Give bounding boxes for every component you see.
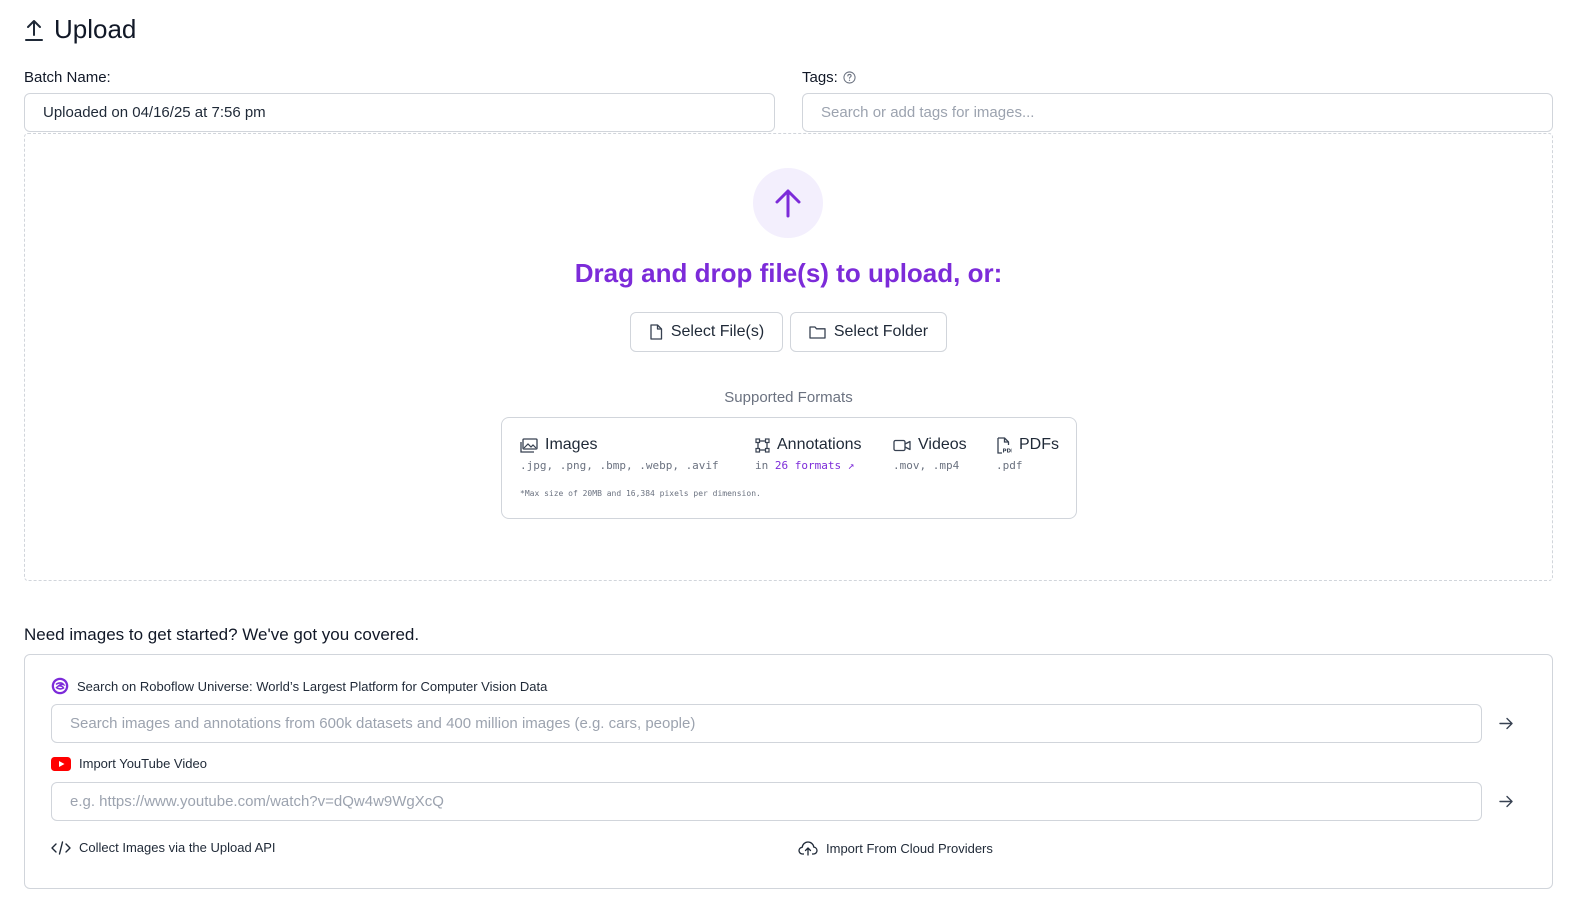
cloud-providers-link-text: Import From Cloud Providers: [826, 840, 993, 856]
select-folder-button[interactable]: Select Folder: [790, 312, 947, 352]
youtube-url-input[interactable]: [51, 782, 1482, 821]
cloud-upload-icon: [798, 841, 818, 856]
page-title: Upload: [54, 14, 137, 44]
page-header: Upload: [24, 14, 136, 45]
youtube-label-text: Import YouTube Video: [79, 756, 207, 771]
svg-text:PDF: PDF: [1003, 448, 1013, 454]
select-files-button[interactable]: Select File(s): [630, 312, 783, 352]
format-annotations: Annotations in 26 formats ↗: [755, 436, 862, 472]
format-images-exts: .jpg, .png, .bmp, .webp, .avif: [520, 459, 719, 472]
video-icon: [893, 439, 911, 451]
universe-search-submit[interactable]: [1496, 713, 1516, 733]
arrow-up-icon: [775, 189, 801, 218]
upload-icon: [25, 19, 43, 41]
max-size-note: *Max size of 20MB and 16,384 pixels per …: [520, 489, 761, 498]
youtube-label: Import YouTube Video: [51, 756, 207, 771]
batch-name-label: Batch Name:: [24, 69, 111, 86]
batch-name-label-text: Batch Name:: [24, 69, 111, 86]
folder-icon: [809, 326, 826, 339]
roboflow-universe-icon: [51, 677, 69, 695]
format-videos: Videos .mov, .mp4: [893, 436, 967, 472]
cloud-providers-link[interactable]: Import From Cloud Providers: [798, 840, 993, 856]
tags-label-text: Tags:: [802, 69, 838, 86]
format-videos-name: Videos: [918, 436, 967, 453]
youtube-icon: [51, 756, 71, 771]
annotation-formats-link[interactable]: 26 formats: [775, 459, 841, 472]
universe-label: Search on Roboflow Universe: World’s Lar…: [51, 677, 547, 695]
tags-label: Tags:: [802, 69, 856, 86]
upload-api-link[interactable]: Collect Images via the Upload API: [51, 840, 276, 855]
file-icon: [650, 324, 662, 340]
format-images-name: Images: [545, 436, 598, 453]
format-annotations-prefix: in: [755, 459, 769, 472]
image-icon: [520, 437, 538, 453]
upload-api-link-text: Collect Images via the Upload API: [79, 840, 276, 855]
upload-circle: [753, 168, 823, 238]
external-link-icon[interactable]: ↗: [848, 459, 855, 472]
batch-name-input[interactable]: [24, 93, 775, 132]
format-annotations-name: Annotations: [777, 436, 862, 453]
arrow-right-icon: [1498, 795, 1513, 807]
format-pdfs: PDF PDFs .pdf: [996, 436, 1059, 472]
resources-box: Search on Roboflow Universe: World’s Lar…: [24, 654, 1553, 889]
code-icon: [51, 840, 71, 855]
tags-input[interactable]: [802, 93, 1553, 132]
arrow-right-icon: [1498, 717, 1513, 729]
dropzone[interactable]: Drag and drop file(s) to upload, or: Sel…: [24, 133, 1553, 581]
supported-formats-box: Images .jpg, .png, .bmp, .webp, .avif An…: [501, 417, 1077, 519]
bounding-box-icon: [755, 437, 770, 453]
supported-formats-title: Supported Formats: [724, 389, 853, 406]
youtube-import-submit[interactable]: [1496, 791, 1516, 811]
universe-search-input[interactable]: [51, 704, 1482, 743]
format-videos-exts: .mov, .mp4: [893, 459, 960, 472]
help-circle-icon[interactable]: [843, 71, 856, 84]
universe-label-text: Search on Roboflow Universe: World’s Lar…: [77, 678, 548, 694]
format-images: Images .jpg, .png, .bmp, .webp, .avif: [520, 436, 719, 472]
format-pdfs-name: PDFs: [1019, 436, 1059, 453]
pdf-file-icon: PDF: [997, 436, 1013, 454]
select-folder-label: Select Folder: [833, 323, 929, 340]
resources-title: Need images to get started? We've got yo…: [24, 625, 420, 644]
format-pdfs-exts: .pdf: [996, 459, 1023, 472]
dropzone-title: Drag and drop file(s) to upload, or:: [574, 258, 1003, 288]
select-files-label: Select File(s): [670, 323, 765, 340]
format-annotations-sub: in 26 formats ↗: [755, 459, 862, 472]
